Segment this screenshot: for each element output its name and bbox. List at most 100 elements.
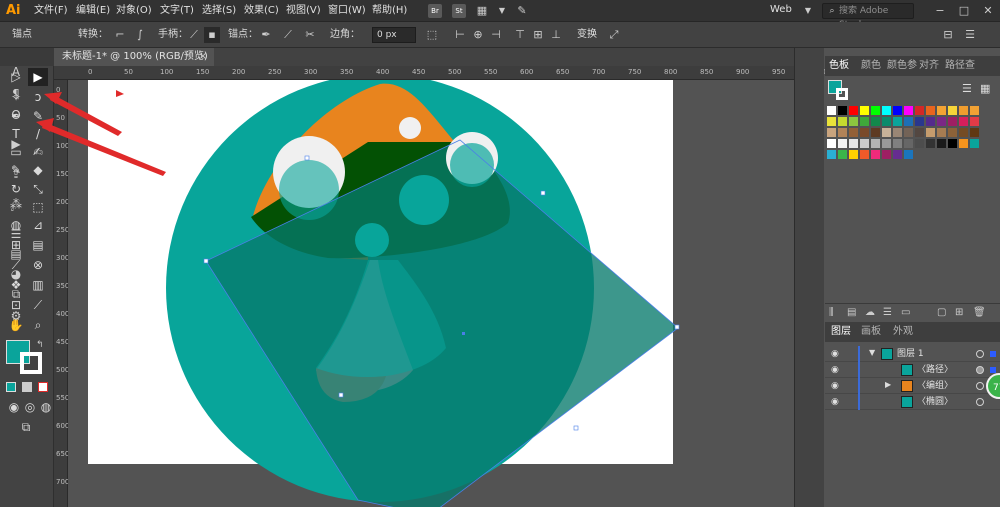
tab-pathfinder[interactable]: 路径查 [945,60,975,72]
color-swatch[interactable] [893,117,902,126]
workspace-switcher[interactable]: Web [770,4,792,15]
connect-anchor-icon[interactable]: ⟋ [280,27,296,43]
character-panel-icon[interactable]: A [8,64,24,80]
menu-view[interactable]: 视图(V) [286,4,321,18]
remove-anchor-icon[interactable]: ✒ [258,27,274,43]
cloud-icon[interactable]: ☁ [865,307,875,318]
color-swatch[interactable] [915,139,924,148]
color-swatch[interactable] [970,117,979,126]
delete-swatch-icon[interactable]: 🗑 [973,307,986,318]
new-group-icon[interactable]: ▢ [937,307,946,318]
transform-each-icon[interactable]: ⤢ [606,27,622,43]
color-swatch[interactable] [948,139,957,148]
color-swatch[interactable] [882,150,891,159]
layer-name[interactable]: 〈椭圆〉 [917,396,953,408]
tab-swatches[interactable]: 色板 [829,60,849,72]
color-swatch[interactable] [959,106,968,115]
target-icon[interactable] [976,366,984,374]
minimize-button[interactable]: − [932,3,948,19]
none-mode-icon[interactable] [38,382,48,392]
settings-panel-icon[interactable]: ⚙ [8,308,24,324]
menu-panel-icon[interactable]: ☰ [8,226,24,242]
gradient-mode-icon[interactable] [22,382,32,392]
color-swatch[interactable] [926,117,935,126]
paragraph-panel-icon[interactable]: ¶ [8,86,24,102]
align-center-icon[interactable]: ⊕ [470,27,486,43]
anchor-handle[interactable] [304,155,310,161]
color-swatch[interactable] [904,150,913,159]
align-middle-icon[interactable]: ⊞ [530,27,546,43]
color-swatch[interactable] [849,106,858,115]
color-swatch[interactable] [904,117,913,126]
current-stroke-swatch[interactable] [836,88,848,100]
arrange-icon[interactable]: ▦ [474,3,490,19]
color-swatch[interactable] [948,106,957,115]
hide-handles-icon[interactable]: ▪ [204,27,220,43]
perspective-grid-icon[interactable]: ⊿ [28,216,48,234]
graph-tool-icon[interactable]: ▥ [28,276,48,294]
corner-radius-input[interactable]: 0 px [372,27,416,43]
actions-panel-icon[interactable]: ▶ [8,136,24,152]
panel-menu-icon[interactable]: ☰ [962,27,978,43]
gpu-icon[interactable]: ✎ [514,3,530,19]
color-swatch[interactable] [871,106,880,115]
cap-dot-lower[interactable] [355,223,389,257]
color-swatch[interactable] [827,106,836,115]
color-swatch[interactable] [860,117,869,126]
selection-indicator[interactable] [990,367,996,373]
color-swatch[interactable] [937,139,946,148]
color-swatch[interactable] [915,106,924,115]
color-swatch[interactable] [959,117,968,126]
color-swatch[interactable] [838,128,847,137]
color-swatch[interactable] [937,128,946,137]
color-swatch[interactable] [871,117,880,126]
anchor-handle[interactable] [203,258,209,264]
layer-name[interactable]: 〈路径〉 [917,364,953,376]
grid-view-icon[interactable]: ▦ [980,82,990,95]
tab-color-guide[interactable]: 颜色参 [887,60,917,72]
swap-fill-stroke-icon[interactable]: ↰ [36,340,44,350]
color-swatch[interactable] [860,150,869,159]
swatch-library-icon[interactable]: ⫼ [829,307,834,318]
menu-window[interactable]: 窗口(W) [328,4,366,18]
expand-chevron-icon[interactable]: ▶ [885,380,891,389]
symbols-panel-icon[interactable]: ⁂ [8,196,24,212]
color-swatch[interactable] [860,139,869,148]
color-swatch[interactable] [915,117,924,126]
layer-row[interactable]: ◉ ▶ 〈编组〉 [825,378,1000,394]
selection-indicator[interactable] [990,351,996,357]
color-swatch[interactable] [882,117,891,126]
isolate-icon[interactable]: ⬚ [424,27,440,43]
color-swatch[interactable] [849,117,858,126]
color-swatch[interactable] [882,139,891,148]
align-right-icon[interactable]: ⊣ [488,27,504,43]
color-swatch[interactable] [904,106,913,115]
chevron-down-icon[interactable]: ▼ [494,3,510,19]
color-swatch[interactable] [827,117,836,126]
tab-layers[interactable]: 图层 [831,326,851,338]
align-top-icon[interactable]: ⊤ [512,27,528,43]
color-swatch[interactable] [937,106,946,115]
color-swatch[interactable] [948,117,957,126]
anchor-handle[interactable] [540,190,546,196]
color-swatch[interactable] [904,128,913,137]
color-swatch[interactable] [915,128,924,137]
gradient-panel-icon[interactable]: ▤ [8,246,24,262]
show-kinds-icon[interactable]: ▤ [847,307,856,318]
color-swatch[interactable] [849,150,858,159]
list-view-icon[interactable]: ☰ [962,82,972,95]
blend-tool-icon[interactable]: ⊗ [28,256,48,274]
color-swatch[interactable] [860,128,869,137]
layer-name[interactable]: 〈编组〉 [917,380,953,392]
target-icon[interactable] [976,382,984,390]
maximize-button[interactable]: □ [956,3,972,19]
tab-artboards[interactable]: 画板 [861,326,881,338]
color-swatch[interactable] [893,128,902,137]
menu-effect[interactable]: 效果(C) [244,4,279,18]
export-panel-icon[interactable]: ⇪ [8,166,24,182]
layer-row[interactable]: ◉ ▼ 图层 1 [825,346,1000,362]
stroke-color-swatch[interactable] [20,352,42,374]
new-swatch-icon[interactable]: ⊞ [955,307,963,318]
stock-icon[interactable]: St [452,4,466,18]
anchor-handle[interactable] [338,392,344,398]
